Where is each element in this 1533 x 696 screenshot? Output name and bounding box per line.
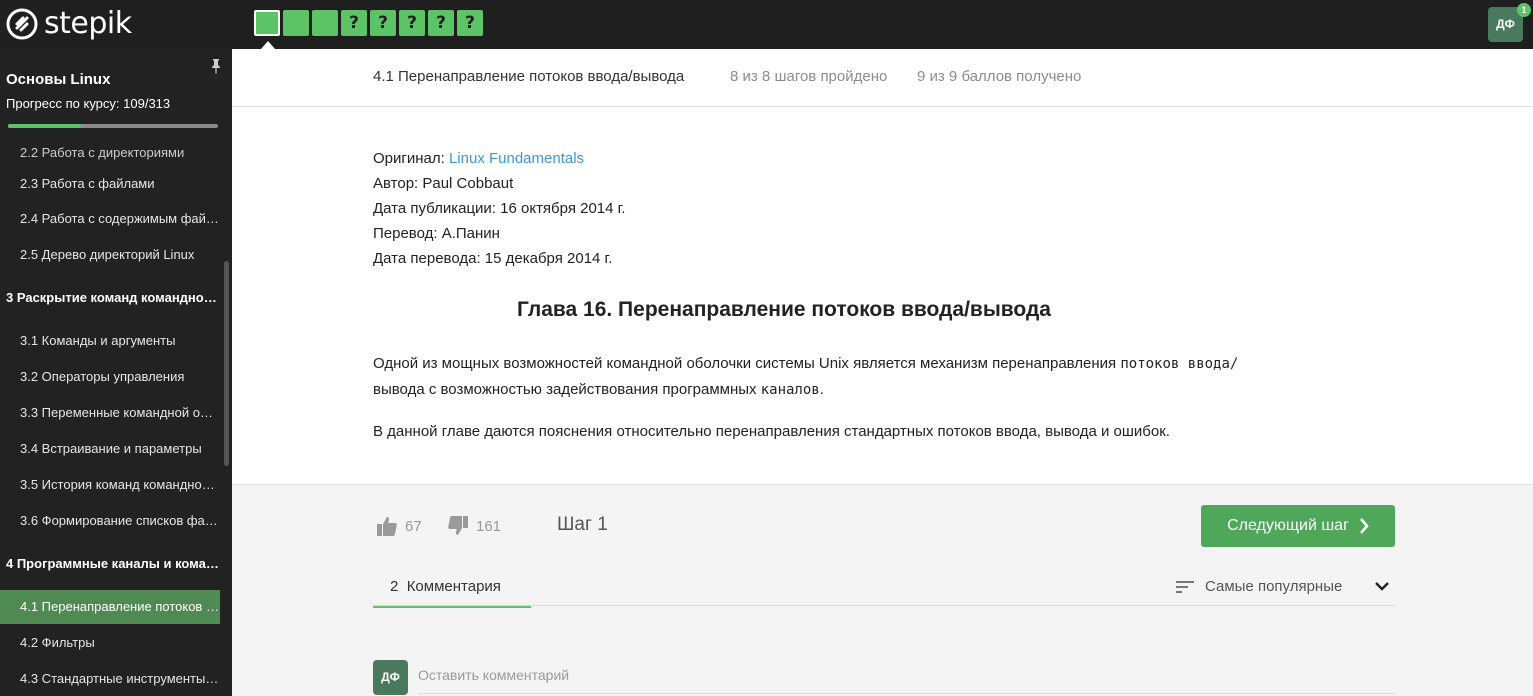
- thumbs-up-icon: [377, 517, 397, 536]
- chevron-down-icon[interactable]: [1374, 580, 1390, 592]
- para1-code-2: каналов: [760, 382, 820, 398]
- course-progress-label: Прогресс по курсу: 109/313: [6, 96, 171, 111]
- step-square[interactable]: ?: [399, 10, 425, 36]
- sort-icon: [1176, 580, 1194, 593]
- sidebar-scrollbar[interactable]: [224, 261, 229, 466]
- comments-label: Комментария: [406, 578, 501, 595]
- pin-icon[interactable]: [210, 58, 222, 74]
- sidebar-lesson-item[interactable]: 3.5 История команд командной оболочки: [0, 468, 220, 502]
- step-number: Шаг 1: [557, 514, 608, 535]
- next-step-label: Следующий шаг: [1227, 517, 1349, 534]
- original-label: Оригинал:: [373, 150, 449, 167]
- original-link[interactable]: Linux Fundamentals: [449, 150, 584, 167]
- thumbs-down-icon: [448, 516, 468, 535]
- step-square[interactable]: [254, 10, 280, 36]
- sidebar-lesson-item[interactable]: 3.6 Формирование списков файлов: [0, 504, 220, 538]
- course-progress-fill: [8, 124, 82, 128]
- top-bar: stepik ????? ДФ 1: [0, 0, 1533, 49]
- stepik-logo-icon: [6, 8, 38, 40]
- sort-label: Самые популярные: [1205, 578, 1343, 595]
- sidebar-lesson-item[interactable]: 4.2 Фильтры: [0, 626, 220, 660]
- intro-paragraph: Одной из мощных возможностей командной о…: [373, 351, 1363, 403]
- sidebar-lesson-item[interactable]: 2.3 Работа с файлами: [0, 167, 220, 201]
- dislikes-count: 161: [476, 517, 502, 535]
- comment-author-avatar: ДФ: [373, 660, 408, 695]
- step-square[interactable]: ?: [341, 10, 367, 36]
- publication-date: Дата публикации: 16 октября 2014 г.: [373, 200, 626, 217]
- sidebar-lesson-item[interactable]: 4.3 Стандартные инструменты Unix: [0, 662, 220, 696]
- lesson-header: 4.1 Перенаправление потоков ввода/вывода…: [232, 49, 1533, 107]
- comment-input[interactable]: Оставить комментарий: [418, 664, 1395, 694]
- dislike-button[interactable]: 161: [447, 515, 501, 537]
- original-line: Оригинал: Linux Fundamentals: [373, 150, 584, 167]
- comments-count: 2: [390, 578, 399, 595]
- tab-comments[interactable]: 2 Комментария: [373, 568, 531, 608]
- sidebar-lesson-item[interactable]: 3.4 Встраивание и параметры: [0, 432, 220, 466]
- para1-text-a: Одной из мощных возможностей командной о…: [373, 355, 1121, 372]
- step-square[interactable]: ?: [370, 10, 396, 36]
- translator-line: Перевод: А.Панин: [373, 225, 500, 242]
- stepik-logo[interactable]: stepik: [6, 7, 132, 41]
- translation-date: Дата перевода: 15 декабря 2014 г.: [373, 250, 613, 267]
- comment-sort-dropdown[interactable]: Самые популярные: [1176, 578, 1342, 595]
- sidebar-lesson-item[interactable]: 3.2 Операторы управления: [0, 360, 220, 394]
- comments-divider: [373, 605, 1395, 606]
- para1-text-b: вывода с возможностью задействования про…: [373, 381, 761, 398]
- para1-code-1: потоков ввода/: [1120, 356, 1239, 372]
- course-title[interactable]: Основы Linux: [6, 71, 110, 88]
- chapter-title: Глава 16. Перенаправление потоков ввода/…: [517, 298, 1051, 321]
- author-line: Автор: Paul Cobbaut: [373, 175, 514, 192]
- step-square[interactable]: [283, 10, 309, 36]
- sidebar-section[interactable]: 3 Раскрытие команд командной оболочкой: [0, 281, 220, 315]
- step-square[interactable]: ?: [428, 10, 454, 36]
- lesson-score: 9 из 9 баллов получено: [917, 68, 1082, 85]
- step-square[interactable]: ?: [457, 10, 483, 36]
- like-button[interactable]: 67: [376, 515, 422, 537]
- chevron-right-icon: [1359, 518, 1369, 534]
- sidebar-lesson-item[interactable]: 3.3 Переменные командной оболочки: [0, 396, 220, 430]
- step-navigation: ?????: [254, 10, 486, 36]
- active-step-caret: [261, 41, 275, 49]
- sidebar-section[interactable]: 4 Программные каналы и команды: [0, 547, 220, 581]
- sidebar-lesson-item[interactable]: 2.2 Работа с директориями: [0, 145, 220, 161]
- lesson-title: 4.1 Перенаправление потоков ввода/вывода: [373, 68, 685, 85]
- sidebar-lesson-item[interactable]: 2.5 Дерево директорий Linux: [0, 238, 220, 272]
- sidebar-lesson-item[interactable]: 3.1 Команды и аргументы: [0, 324, 220, 358]
- next-step-button[interactable]: Следующий шаг: [1201, 505, 1395, 547]
- notification-badge[interactable]: 1: [1517, 3, 1531, 17]
- para1-text-c: .: [819, 381, 824, 398]
- logo-text: stepik: [44, 6, 132, 41]
- chapter-description: В данной главе даются пояснения относите…: [373, 423, 1170, 440]
- step-square[interactable]: [312, 10, 338, 36]
- lesson-steps-progress: 8 из 8 шагов пройдено: [730, 68, 888, 85]
- likes-count: 67: [405, 517, 422, 535]
- course-progress-bar: [8, 124, 218, 128]
- sidebar-lesson-item[interactable]: 4.1 Перенаправление потоков ввода/вывода: [0, 590, 220, 624]
- course-sidebar: Основы Linux Прогресс по курсу: 109/313 …: [0, 49, 232, 696]
- sidebar-lesson-item[interactable]: 2.4 Работа с содержимым файлов: [0, 202, 220, 236]
